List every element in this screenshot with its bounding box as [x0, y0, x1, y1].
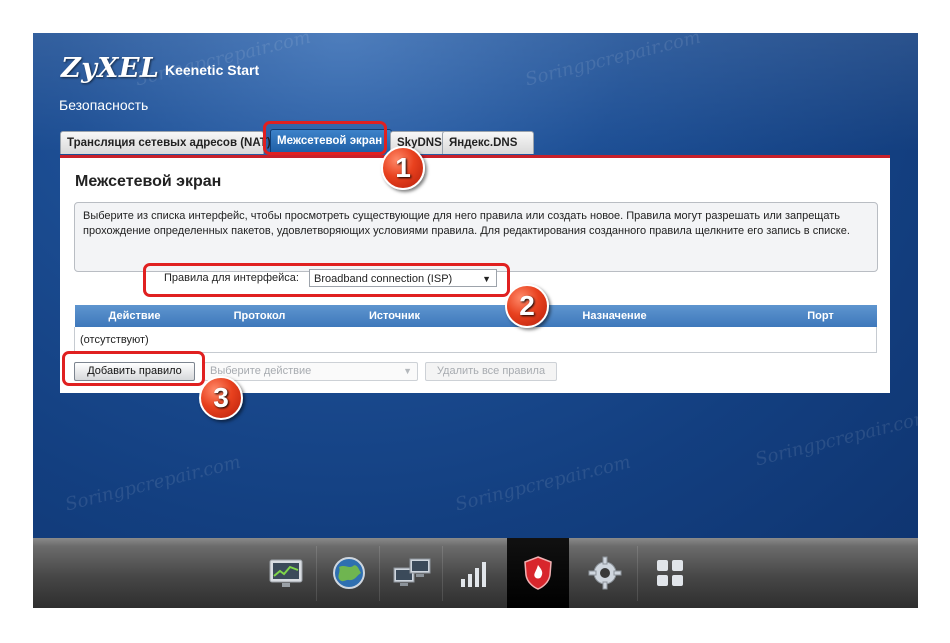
globe-icon	[333, 557, 365, 589]
dropdown-arrow-icon: ▼	[403, 366, 412, 376]
dock-separator	[379, 546, 380, 601]
app-window: Soringpcrepair.com Soringpcrepair.com So…	[33, 33, 918, 538]
callout-box-2	[143, 263, 510, 297]
dock-item-home-network[interactable]	[381, 544, 443, 602]
tab-yandex-dns[interactable]: Яндекс.DNS	[442, 131, 534, 154]
column-header-protocol: Протокол	[194, 305, 325, 327]
callout-badge-1: 1	[381, 146, 425, 190]
section-title: Безопасность	[59, 97, 149, 113]
table-header-row: Действие Протокол Источник Назначение По…	[74, 305, 877, 327]
watermark: Soringpcrepair.com	[523, 33, 703, 91]
dock-separator	[442, 546, 443, 601]
dock-item-settings[interactable]	[574, 544, 636, 602]
dock-separator	[316, 546, 317, 601]
dock-item-apps[interactable]	[639, 544, 701, 602]
info-box: Выберите из списка интерфейс, чтобы прос…	[74, 202, 878, 272]
monitor-chart-icon	[269, 559, 303, 587]
dock-separator	[637, 546, 638, 601]
watermark: Soringpcrepair.com	[63, 451, 243, 516]
watermark: Soringpcrepair.com	[753, 406, 918, 471]
delete-all-rules-button[interactable]: Удалить все правила	[425, 362, 557, 381]
dock-item-monitor[interactable]	[255, 544, 317, 602]
watermark: Soringpcrepair.com	[453, 451, 633, 516]
signal-bars-icon	[461, 562, 486, 587]
empty-table-text: (отсутствуют)	[74, 327, 877, 353]
apps-grid-icon	[657, 560, 683, 586]
table-row: (отсутствуют)	[74, 327, 877, 353]
dock-item-internet[interactable]	[318, 544, 380, 602]
product-name: Keenetic Start	[165, 62, 260, 78]
column-header-action: Действие	[74, 305, 195, 327]
callout-box-1	[263, 121, 387, 155]
panel-title: Межсетевой экран	[75, 173, 222, 190]
gear-icon	[588, 556, 622, 590]
rules-table: Действие Протокол Источник Назначение По…	[74, 305, 877, 353]
callout-box-3	[62, 351, 205, 386]
action-select[interactable]: Выберите действие ▼	[204, 362, 418, 381]
action-select-placeholder: Выберите действие	[210, 365, 312, 377]
network-computers-icon	[393, 558, 431, 586]
zyxel-logo: ZyXEL	[61, 53, 160, 84]
dock-item-security[interactable]	[507, 538, 569, 608]
column-header-source: Источник	[324, 305, 465, 327]
callout-badge-3: 3	[199, 376, 243, 420]
security-shield-icon	[524, 556, 552, 590]
bottom-dock	[33, 538, 918, 608]
callout-badge-2: 2	[505, 284, 549, 328]
column-header-port: Порт	[764, 305, 877, 327]
tab-nat[interactable]: Трансляция сетевых адресов (NAT)	[60, 131, 271, 154]
dock-item-wifi[interactable]	[444, 544, 506, 602]
